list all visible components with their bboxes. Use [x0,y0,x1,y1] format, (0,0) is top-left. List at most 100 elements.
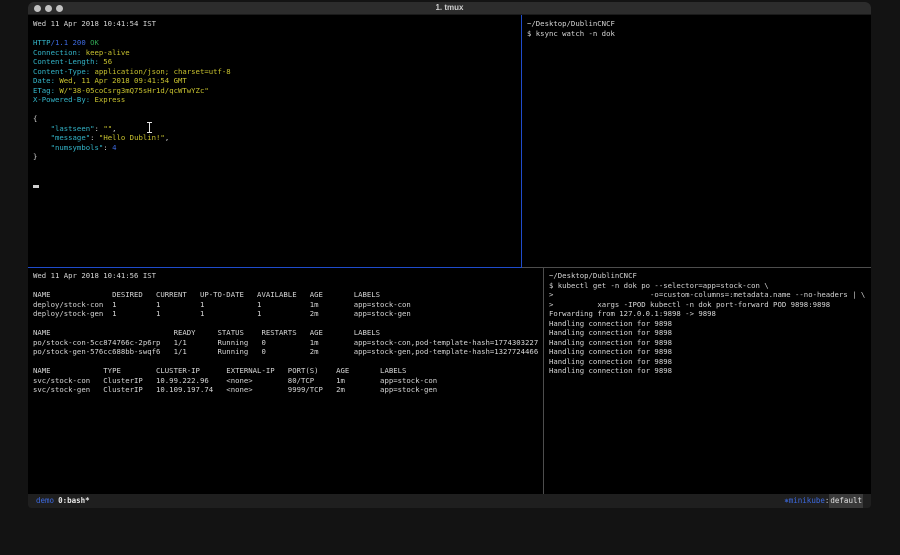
terminal-line [33,105,521,115]
text-segment: "lastseen" [51,124,95,133]
text-segment: application/json; charset=utf-8 [90,67,231,76]
text-segment: > xargs -IPOD kubectl -n dok port-forwar… [549,300,830,309]
terminal-line: "lastseen": "", [33,124,521,134]
terminal-line [33,357,543,367]
tmux-status-bar: demo 0:bash* ⎈ minikube : default [28,494,871,508]
pane-top-left-http-response[interactable]: Wed 11 Apr 2018 10:41:54 IST HTTP/1.1 200… [28,15,522,268]
terminal-line: Handling connection for 9898 [549,347,871,357]
text-segment: "" [103,124,112,133]
terminal-line: deploy/stock-con 1 1 1 1 1m app=stock-co… [33,300,543,310]
terminal-line: Content-Type: application/json; charset=… [33,67,521,77]
text-segment: , [112,124,116,133]
terminal-line: Handling connection for 9898 [549,328,871,338]
text-segment: X-Powered-By: [33,95,90,104]
text-segment: 56 [99,57,112,66]
text-segment: ~/Desktop/DublinCNCF [527,19,615,28]
terminal-line: deploy/stock-gen 1 1 1 1 2m app=stock-ge… [33,309,543,319]
text-segment: $ kubectl get -n dok po --selector=app=s… [549,281,769,290]
text-segment: Date: [33,76,55,85]
terminal-line: Handling connection for 9898 [549,319,871,329]
terminal-line [33,162,521,172]
text-segment: po/stock-gen-576cc688bb-swqf6 1/1 Runnin… [33,347,538,356]
terminal-line: po/stock-con-5cc874766c-2p6rp 1/1 Runnin… [33,338,543,348]
text-segment: Wed, 11 Apr 2018 09:41:54 GMT [55,76,187,85]
desktop: 1. tmux Wed 11 Apr 2018 10:41:54 IST HTTP… [0,0,900,555]
terminal-line: ETag: W/"38-05coCsrg3mQ75sHr1d/qcWTwYZc" [33,86,521,96]
text-segment [33,133,51,142]
text-segment: Handling connection for 9898 [549,357,672,366]
terminal-line: Date: Wed, 11 Apr 2018 09:41:54 GMT [33,76,521,86]
text-segment: Content-Length: [33,57,99,66]
terminal-line: "message": "Hello Dublin!", [33,133,521,143]
terminal-line: Handling connection for 9898 [549,357,871,367]
window-titlebar[interactable]: 1. tmux [28,2,871,15]
text-segment: Handling connection for 9898 [549,347,672,356]
kube-context: minikube [789,494,825,508]
terminal-line: "numsymbols": 4 [33,143,521,153]
text-segment: { [33,114,37,123]
kube-namespace: default [829,494,863,508]
terminal-area: Wed 11 Apr 2018 10:41:54 IST HTTP/1.1 200… [28,15,871,494]
text-segment: deploy/stock-con 1 1 1 1 1m app=stock-co… [33,300,411,309]
terminal-line: NAME TYPE CLUSTER-IP EXTERNAL-IP PORT(S)… [33,366,543,376]
terminal-line: Content-Length: 56 [33,57,521,67]
text-segment: Content-Type: [33,67,90,76]
window-label[interactable]: 0:bash* [58,494,90,508]
text-segment: po/stock-con-5cc874766c-2p6rp 1/1 Runnin… [33,338,538,347]
text-segment [33,124,51,133]
terminal-line: NAME DESIRED CURRENT UP-TO-DATE AVAILABL… [33,290,543,300]
terminal-line [33,281,543,291]
text-segment: : [103,143,112,152]
session-name: demo [36,494,54,508]
terminal-line: Connection: keep-alive [33,48,521,58]
text-segment: NAME TYPE CLUSTER-IP EXTERNAL-IP PORT(S)… [33,366,406,375]
terminal-line: ~/Desktop/DublinCNCF [527,19,871,29]
terminal-cursor [33,185,39,188]
pane-top-right-ksync[interactable]: ~/Desktop/DublinCNCF$ ksync watch -n dok [522,15,871,268]
text-segment: , [165,133,169,142]
terminal-line: X-Powered-By: Express [33,95,521,105]
text-segment: Wed 11 Apr 2018 10:41:54 IST [33,19,156,28]
terminal-line [33,319,543,329]
terminal-line: Wed 11 Apr 2018 10:41:54 IST [33,19,521,29]
text-segment: ~/Desktop/DublinCNCF [549,271,637,280]
text-segment [33,143,51,152]
terminal-line: $ kubectl get -n dok po --selector=app=s… [549,281,871,291]
text-segment: keep-alive [81,48,129,57]
text-segment: /1.1 200 [51,38,86,47]
pane-bottom-right-port-forward[interactable]: ~/Desktop/DublinCNCF$ kubectl get -n dok… [544,268,871,494]
text-segment: } [33,152,37,161]
text-segment: Handling connection for 9898 [549,338,672,347]
window-title: 1. tmux [28,2,871,14]
text-segment: Connection: [33,48,81,57]
terminal-line [33,171,521,181]
terminal-line: svc/stock-gen ClusterIP 10.109.197.74 <n… [33,385,543,395]
terminal-line: NAME READY STATUS RESTARTS AGE LABELS [33,328,543,338]
text-segment: "Hello Dublin!" [99,133,165,142]
text-segment: Express [90,95,125,104]
text-segment: Handling connection for 9898 [549,319,672,328]
terminal-line: svc/stock-con ClusterIP 10.99.222.96 <no… [33,376,543,386]
terminal-line: > -o=custom-columns=:metadata.name --no-… [549,290,871,300]
terminal-line: ~/Desktop/DublinCNCF [549,271,871,281]
text-segment: OK [90,38,99,47]
terminal-line: } [33,152,521,162]
text-segment: NAME READY STATUS RESTARTS AGE LABELS [33,328,380,337]
terminal-line: Handling connection for 9898 [549,338,871,348]
text-segment: 4 [112,143,116,152]
text-segment: Forwarding from 127.0.0.1:9898 -> 9898 [549,309,716,318]
terminal-line: Forwarding from 127.0.0.1:9898 -> 9898 [549,309,871,319]
terminal-line [33,29,521,39]
text-segment: NAME DESIRED CURRENT UP-TO-DATE AVAILABL… [33,290,380,299]
terminal-line: Wed 11 Apr 2018 10:41:56 IST [33,271,543,281]
text-segment: W/"38-05coCsrg3mQ75sHr1d/qcWTwYZc" [55,86,209,95]
text-segment: "message" [51,133,91,142]
text-segment: HTTP [33,38,51,47]
pane-bottom-left-kubectl-get[interactable]: Wed 11 Apr 2018 10:41:56 IST NAME DESIRED… [28,268,544,494]
terminal-line [33,181,521,191]
text-segment: ETag: [33,86,55,95]
terminal-line: HTTP/1.1 200 OK [33,38,521,48]
text-segment: : [90,133,99,142]
terminal-line: Handling connection for 9898 [549,366,871,376]
text-segment: deploy/stock-gen 1 1 1 1 2m app=stock-ge… [33,309,411,318]
